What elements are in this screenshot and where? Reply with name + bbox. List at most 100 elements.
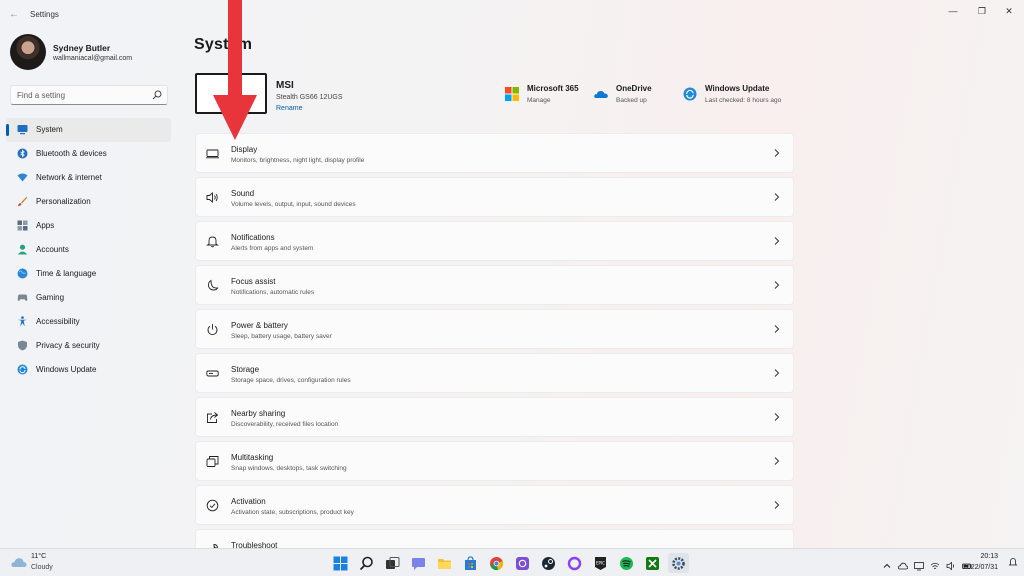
globe-icon <box>17 268 28 279</box>
sidebar-item-label: Personalization <box>36 197 91 206</box>
card-subtitle: Sleep, battery usage, battery saver <box>231 333 332 340</box>
card-storage[interactable]: Storage Storage space, drives, configura… <box>195 353 794 393</box>
rename-link[interactable]: Rename <box>276 105 302 112</box>
gamepad-icon <box>17 294 28 301</box>
share-icon <box>207 412 219 423</box>
file-explorer-icon[interactable] <box>434 553 455 573</box>
epic-games-icon[interactable]: EPIC <box>590 553 611 573</box>
restore-button[interactable]: ❐ <box>971 4 993 18</box>
card-multitasking[interactable]: Multitasking Snap windows, desktops, tas… <box>195 441 794 481</box>
sidebar-item-gaming[interactable]: Gaming <box>6 286 171 310</box>
wifi-tray-icon[interactable] <box>930 558 940 569</box>
chevron-right-icon <box>774 369 780 377</box>
quick-link-subtitle: Backed up <box>616 97 647 104</box>
sidebar-item-network[interactable]: Network & internet <box>6 166 171 190</box>
avatar[interactable] <box>10 34 46 70</box>
sidebar-item-accounts[interactable]: Accounts <box>6 238 171 262</box>
cloud-icon[interactable] <box>898 558 909 570</box>
sidebar-item-windows-update[interactable]: Windows Update <box>6 358 171 382</box>
search-icon[interactable] <box>356 553 377 573</box>
search-input[interactable] <box>17 89 147 101</box>
cloud-weather-icon[interactable] <box>11 556 27 568</box>
device-model: Stealth GS66 12UGS <box>276 94 343 101</box>
sidebar-item-label: Time & language <box>36 269 97 278</box>
card-subtitle: Discoverability, received files location <box>231 421 339 428</box>
sidebar-item-label: System <box>36 125 63 134</box>
chevron-right-icon <box>774 281 780 289</box>
xbox-icon[interactable] <box>642 553 663 573</box>
card-subtitle: Volume levels, output, input, sound devi… <box>231 201 356 208</box>
quick-link-subtitle: Last checked: 8 hours ago <box>705 97 782 104</box>
search-icon[interactable] <box>152 90 162 100</box>
sidebar-item-personalization[interactable]: Personalization <box>6 190 171 214</box>
back-arrow-icon[interactable]: ← <box>6 7 22 23</box>
user-name: Sydney Butler <box>53 43 111 53</box>
onedrive-cloud-icon <box>594 91 608 98</box>
quick-link-title: Microsoft 365 <box>527 84 579 93</box>
volume-icon[interactable] <box>946 558 956 571</box>
sidebar-item-system[interactable]: System <box>6 118 171 142</box>
notification-bell-icon[interactable] <box>1008 557 1018 567</box>
quick-link-onedrive[interactable]: OneDrive Backed up <box>594 84 674 108</box>
steam-icon[interactable] <box>538 553 559 573</box>
cortana-icon[interactable] <box>564 553 585 573</box>
card-title: Display <box>231 145 258 154</box>
chevron-right-icon <box>774 193 780 201</box>
update-icon <box>683 87 697 101</box>
check-circle-icon <box>206 499 219 512</box>
card-title: Notifications <box>231 233 275 242</box>
card-display[interactable]: Display Monitors, brightness, night ligh… <box>195 133 794 173</box>
chrome-icon[interactable] <box>486 553 507 573</box>
display-icon <box>206 149 219 159</box>
card-title: Activation <box>231 497 266 506</box>
card-sound[interactable]: Sound Volume levels, output, input, soun… <box>195 177 794 217</box>
app-icon[interactable] <box>512 553 533 573</box>
sidebar-item-apps[interactable]: Apps <box>6 214 171 238</box>
card-title: Multitasking <box>231 453 274 462</box>
update-icon <box>17 364 28 375</box>
card-activation[interactable]: Activation Activation state, subscriptio… <box>195 485 794 525</box>
system-tray <box>882 556 972 571</box>
chat-icon[interactable] <box>408 553 429 573</box>
store-icon[interactable] <box>460 553 481 573</box>
card-nearby-sharing[interactable]: Nearby sharing Discoverability, received… <box>195 397 794 437</box>
card-notifications[interactable]: Notifications Alerts from apps and syste… <box>195 221 794 261</box>
user-email: wallmaniacal@gmail.com <box>53 55 133 62</box>
quick-link-microsoft-365[interactable]: Microsoft 365 Manage <box>505 84 590 108</box>
sidebar-item-privacy[interactable]: Privacy & security <box>6 334 171 358</box>
display-tray-icon[interactable] <box>914 558 924 571</box>
quick-link-windows-update[interactable]: Windows Update Last checked: 8 hours ago <box>683 84 793 108</box>
wifi-icon <box>17 173 28 182</box>
sidebar-item-label: Apps <box>36 221 55 230</box>
chevron-up-icon[interactable] <box>882 558 892 568</box>
sidebar-item-label: Windows Update <box>36 365 97 374</box>
sidebar-item-bluetooth[interactable]: Bluetooth & devices <box>6 142 171 166</box>
brush-icon <box>18 196 28 207</box>
weather-condition[interactable]: Cloudy <box>31 564 53 571</box>
windows-start-icon[interactable] <box>330 553 351 573</box>
chevron-right-icon <box>774 457 780 465</box>
card-subtitle: Snap windows, desktops, task switching <box>231 465 347 472</box>
sidebar-item-time-language[interactable]: Time & language <box>6 262 171 286</box>
settings-icon[interactable] <box>668 553 689 573</box>
moon-icon <box>207 279 219 291</box>
sidebar-item-accessibility[interactable]: Accessibility <box>6 310 171 334</box>
clock-date[interactable]: 2022/07/31 <box>963 564 998 571</box>
device-name: MSI <box>276 80 294 91</box>
sidebar-item-label: Accessibility <box>36 317 80 326</box>
task-view-icon[interactable] <box>382 553 403 573</box>
sidebar-item-label: Privacy & security <box>36 341 100 350</box>
weather-temperature[interactable]: 11°C <box>31 553 46 560</box>
card-power-battery[interactable]: Power & battery Sleep, battery usage, ba… <box>195 309 794 349</box>
taskbar-apps: EPIC <box>330 553 689 573</box>
card-focus-assist[interactable]: Focus assist Notifications, automatic ru… <box>195 265 794 305</box>
minimize-button[interactable]: — <box>942 4 964 18</box>
bell-icon <box>206 236 219 248</box>
close-button[interactable]: ✕ <box>998 4 1020 18</box>
quick-link-subtitle: Manage <box>527 97 551 104</box>
chevron-right-icon <box>774 149 780 157</box>
accessibility-icon <box>18 316 27 327</box>
search-box[interactable] <box>10 85 168 105</box>
spotify-icon[interactable] <box>616 553 637 573</box>
clock-time[interactable]: 20:13 <box>980 553 998 560</box>
